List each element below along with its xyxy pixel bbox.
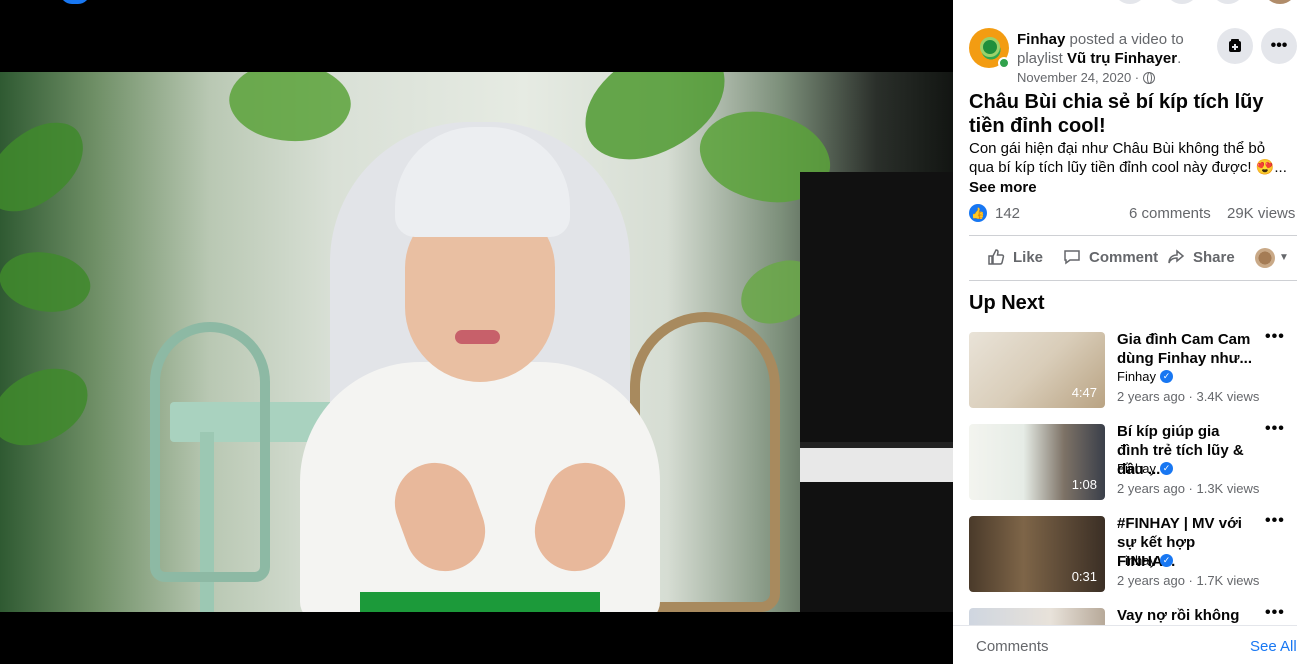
save-button[interactable] (1217, 28, 1253, 64)
plant-leaf (0, 360, 98, 454)
more-icon[interactable]: ••• (1265, 328, 1285, 346)
video-item-channel: Finhay ✓ (1117, 553, 1174, 568)
more-options-button[interactable]: ••• (1261, 28, 1297, 64)
video-item-info: 2 years ago · 1.3K views (1117, 481, 1260, 496)
channel-name[interactable]: Finhay (1117, 461, 1156, 476)
video-thumbnail[interactable]: 0:31 (969, 516, 1105, 592)
more-icon[interactable]: ••• (1265, 604, 1285, 622)
see-all-link[interactable]: See All (1250, 638, 1297, 655)
comment-label: Comment (1089, 248, 1159, 266)
piano (800, 172, 953, 612)
finhay-logo-icon (980, 37, 1000, 57)
reactor-avatar[interactable] (1255, 248, 1275, 268)
post-date: November 24, 2020 · (1017, 70, 1156, 85)
save-icon (1229, 39, 1241, 52)
profile-avatar[interactable] (1263, 0, 1297, 4)
video-duration: 1:08 (1071, 477, 1097, 492)
video-details-panel: Finhay posted a video to playlist Vũ trụ… (953, 0, 1297, 664)
up-next-item[interactable]: 1:08 Bí kíp giúp gia đình trẻ tích lũy &… (969, 420, 1297, 500)
chair (150, 322, 270, 582)
like-count[interactable]: 142 (995, 205, 1020, 222)
video-item-info: 2 years ago · 1.7K views (1117, 573, 1260, 588)
video-item-title[interactable]: Gia đình Cam Cam dùng Finhay như... (1117, 330, 1255, 368)
posted-text: posted a video to (1069, 31, 1184, 48)
nav-button[interactable] (1113, 0, 1147, 4)
comment-button[interactable]: Comment (1063, 248, 1158, 266)
up-next-item[interactable]: 4:47 Gia đình Cam Cam dùng Finhay như...… (969, 328, 1297, 408)
chevron-down-icon[interactable]: ▼ (1279, 252, 1289, 263)
nav-button[interactable] (1211, 0, 1245, 4)
verified-badge-icon: ✓ (1160, 462, 1174, 475)
like-label: Like (1013, 248, 1044, 266)
video-item-channel: Finhay ✓ (1117, 369, 1174, 384)
playlist-prefix: playlist (1017, 50, 1063, 67)
facebook-logo-icon[interactable] (60, 0, 90, 4)
video-description: Con gái hiện đại như Châu Bùi không thể … (969, 140, 1287, 176)
views-count: 29K views (1227, 205, 1296, 222)
action-bar: Like Comment Share ▼ (969, 240, 1297, 276)
nav-button[interactable] (1165, 0, 1199, 4)
video-duration: 0:31 (1071, 569, 1097, 584)
comments-footer: Comments See All (953, 625, 1297, 664)
video-thumbnail[interactable]: 4:47 (969, 332, 1105, 408)
engagement-stats: 👍 142 6 comments 29K views (969, 204, 1297, 224)
video-thumbnail[interactable]: 1:08 (969, 424, 1105, 500)
online-status-dot (998, 57, 1010, 69)
share-icon (1168, 249, 1185, 264)
like-button[interactable]: Like (987, 248, 1043, 266)
see-more-link[interactable]: See more (969, 179, 1037, 196)
page-name-link[interactable]: Finhay (1017, 31, 1065, 48)
post-attribution: Finhay posted a video to playlist Vũ trụ… (1017, 30, 1217, 68)
video-item-title[interactable]: Vay nợ rồi không (1117, 606, 1255, 625)
up-next-item[interactable]: 0:31 #FINHAY | MV với sự kết hợp FINHA..… (969, 512, 1297, 592)
like-reaction-icon[interactable]: 👍 (969, 204, 987, 222)
globe-icon (1143, 71, 1156, 84)
thumbs-up-icon (988, 249, 1005, 265)
plant-leaf (0, 109, 101, 225)
period: . (1177, 50, 1182, 67)
video-frame[interactable] (0, 72, 953, 612)
video-item-info: 2 years ago · 3.4K views (1117, 389, 1260, 404)
channel-name[interactable]: Finhay (1117, 553, 1156, 568)
comments-count[interactable]: 6 comments (1129, 205, 1211, 222)
more-icon[interactable]: ••• (1265, 420, 1285, 438)
video-item-channel: Finhay ✓ (1117, 461, 1174, 476)
video-duration: 4:47 (1071, 385, 1097, 400)
person-mouth (455, 330, 500, 344)
verified-badge-icon: ✓ (1160, 554, 1174, 567)
person-pants (360, 592, 600, 612)
share-button[interactable]: Share (1167, 248, 1235, 266)
video-player[interactable] (0, 0, 953, 664)
post-date-text[interactable]: November 24, 2020 · (1017, 70, 1139, 85)
divider (969, 235, 1297, 236)
top-nav-partial (953, 0, 1297, 4)
up-next-heading: Up Next (969, 292, 1045, 314)
plant-leaf (0, 238, 98, 326)
piano-keys (800, 442, 953, 482)
playlist-link[interactable]: Vũ trụ Finhayer (1067, 50, 1177, 67)
comments-label: Comments (976, 638, 1049, 655)
divider (969, 280, 1297, 281)
app-root: Finhay posted a video to playlist Vũ trụ… (0, 0, 1297, 664)
channel-name[interactable]: Finhay (1117, 369, 1156, 384)
share-label: Share (1193, 248, 1235, 266)
more-icon[interactable]: ••• (1265, 512, 1285, 530)
video-title: Châu Bùi chia sẻ bí kíp tích lũy tiền đỉ… (969, 91, 1264, 137)
comment-icon (1064, 250, 1080, 265)
plant-leaf (221, 72, 359, 157)
verified-badge-icon: ✓ (1160, 370, 1174, 383)
more-icon: ••• (1270, 37, 1288, 54)
